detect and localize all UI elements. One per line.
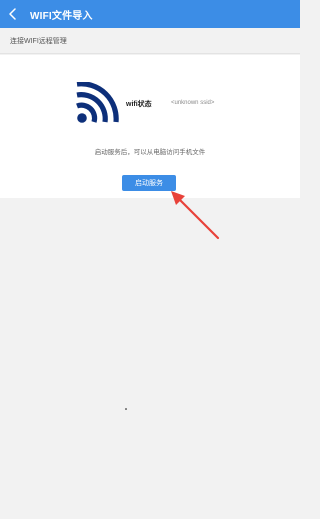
wifi-panel: wifi状态 <unknown ssid> 启动服务后，可以从电脑访问手机文件 … xyxy=(0,55,300,198)
section-header: 连接WIFI远程管理 xyxy=(0,28,300,54)
section-header-label: 连接WIFI远程管理 xyxy=(10,37,67,45)
wifi-signal-icon xyxy=(76,82,119,123)
page-title: WIFI文件导入 xyxy=(30,10,93,22)
back-button[interactable] xyxy=(0,0,26,28)
title-bar: WIFI文件导入 xyxy=(0,0,300,28)
wifi-status-label: wifi状态 xyxy=(126,101,152,108)
screen: WIFI文件导入 连接WIFI远程管理 wifi状态 <unknown ssid… xyxy=(0,0,300,519)
red-arrow-annotation xyxy=(171,191,220,240)
ssid-value: <unknown ssid> xyxy=(171,100,215,106)
chevron-left-icon xyxy=(9,8,16,20)
service-hint: 启动服务后，可以从电脑访问手机文件 xyxy=(94,149,206,156)
dot-marker xyxy=(125,408,127,410)
